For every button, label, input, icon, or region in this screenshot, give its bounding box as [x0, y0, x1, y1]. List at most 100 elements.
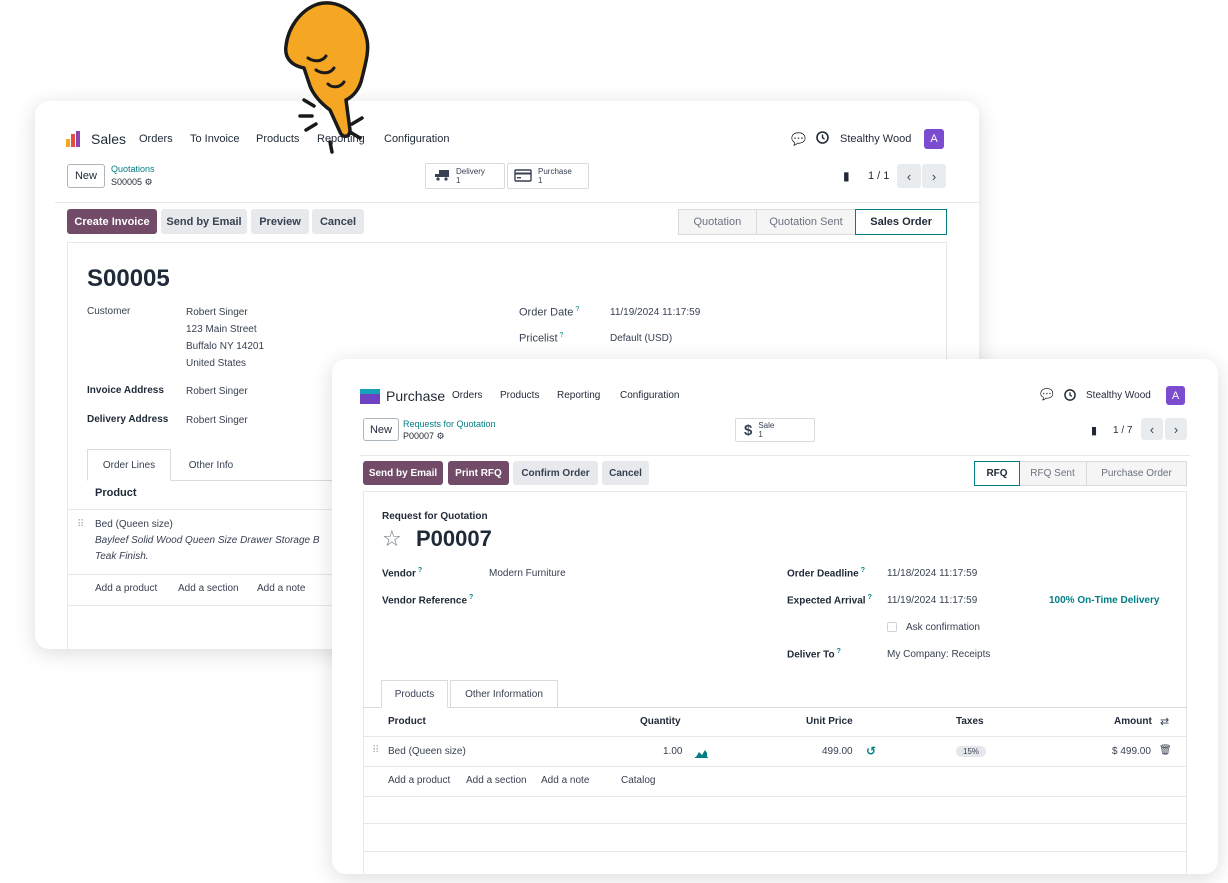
help-icon[interactable]: ?	[469, 594, 473, 601]
new-button[interactable]: New	[67, 164, 105, 188]
vendor-reference-label: Vendor Reference	[382, 595, 468, 607]
optional-columns-icon[interactable]: ⇄	[1160, 715, 1169, 728]
cancel-button[interactable]: Cancel	[602, 461, 649, 485]
pricelist-value[interactable]: Default (USD)	[610, 333, 672, 344]
drag-handle-icon[interactable]: ⠿	[77, 519, 84, 530]
app-title[interactable]: Sales	[91, 131, 126, 147]
purchase-smart-button[interactable]: Purchase 1	[507, 163, 589, 189]
menu-orders[interactable]: Orders	[452, 390, 483, 401]
chat-icon[interactable]: 💬	[791, 132, 806, 146]
add-note-link[interactable]: Add a note	[257, 583, 305, 594]
on-time-delivery-badge[interactable]: 100% On-Time Delivery	[1049, 595, 1159, 606]
new-button[interactable]: New	[363, 418, 399, 441]
menu-reporting[interactable]: Reporting	[557, 390, 600, 401]
add-product-link[interactable]: Add a product	[95, 583, 157, 594]
order-deadline-value[interactable]: 11/18/2024 11:17:59	[887, 568, 977, 579]
line-product-link[interactable]: Bed (Queen size)	[95, 519, 173, 530]
delivery-address-value[interactable]: Robert Singer	[186, 415, 248, 426]
chat-icon[interactable]: 💬	[1040, 388, 1054, 401]
divider	[363, 796, 1187, 797]
tab-order-lines[interactable]: Order Lines	[87, 449, 171, 481]
invoice-address-value[interactable]: Robert Singer	[186, 386, 248, 397]
menu-products[interactable]: Products	[500, 390, 539, 401]
column-product[interactable]: Product	[388, 716, 426, 727]
tab-other-info[interactable]: Other Info	[173, 449, 249, 481]
user-avatar[interactable]: A	[1166, 386, 1185, 405]
column-amount[interactable]: Amount	[1114, 716, 1152, 727]
add-section-link[interactable]: Add a section	[466, 775, 527, 786]
sale-smart-button[interactable]: $ Sale 1	[735, 418, 815, 442]
status-sales-order[interactable]: Sales Order	[855, 209, 947, 235]
app-title[interactable]: Purchase	[386, 388, 445, 404]
help-icon[interactable]: ?	[837, 648, 841, 655]
line-quantity[interactable]: 1.00	[663, 746, 682, 757]
menu-to-invoice[interactable]: To Invoice	[190, 133, 240, 145]
line-product[interactable]: Bed (Queen size)	[388, 746, 466, 757]
status-quotation[interactable]: Quotation	[679, 210, 757, 234]
pager-next-button[interactable]: ›	[922, 164, 946, 188]
column-unit-price[interactable]: Unit Price	[806, 716, 853, 727]
column-taxes[interactable]: Taxes	[956, 716, 984, 727]
preview-button[interactable]: Preview	[251, 209, 309, 234]
breadcrumb-rfq[interactable]: Requests for Quotation	[403, 419, 496, 429]
pager-prev-button[interactable]: ‹	[1141, 418, 1163, 440]
breadcrumb-quotations[interactable]: Quotations	[111, 164, 155, 174]
cancel-button[interactable]: Cancel	[312, 209, 364, 234]
menu-orders[interactable]: Orders	[139, 133, 173, 145]
delivery-smart-button[interactable]: Delivery 1	[425, 163, 505, 189]
user-name[interactable]: Stealthy Wood	[1086, 390, 1151, 401]
catalog-link[interactable]: Catalog	[621, 775, 655, 786]
gear-icon[interactable]: ⚙	[145, 177, 153, 187]
help-icon[interactable]: ?	[560, 332, 564, 339]
pager-next-button[interactable]: ›	[1165, 418, 1187, 440]
column-quantity[interactable]: Quantity	[640, 716, 681, 727]
status-rfq-sent[interactable]: RFQ Sent	[1019, 462, 1087, 485]
send-email-button[interactable]: Send by Email	[363, 461, 443, 485]
trash-icon[interactable]: 🗑	[1159, 745, 1172, 756]
menu-configuration[interactable]: Configuration	[620, 390, 679, 401]
ask-confirmation-label[interactable]: Ask confirmation	[906, 622, 980, 633]
deliver-to-value[interactable]: My Company: Receipts	[887, 649, 990, 660]
add-product-link[interactable]: Add a product	[388, 775, 450, 786]
status-quotation-sent[interactable]: Quotation Sent	[757, 210, 857, 234]
status-rfq[interactable]: RFQ	[974, 461, 1020, 486]
star-icon[interactable]: ☆	[382, 526, 402, 552]
help-icon[interactable]: ?	[418, 567, 422, 574]
create-invoice-button[interactable]: Create Invoice	[67, 209, 157, 234]
clock-icon[interactable]	[1064, 388, 1076, 406]
send-email-button[interactable]: Send by Email	[161, 209, 247, 234]
tab-other-information[interactable]: Other Information	[450, 680, 558, 708]
tab-products[interactable]: Products	[381, 680, 448, 708]
confirm-order-button[interactable]: Confirm Order	[513, 461, 598, 485]
help-icon[interactable]: ?	[861, 567, 865, 574]
user-name[interactable]: Stealthy Wood	[840, 133, 911, 145]
drag-handle-icon[interactable]: ⠿	[372, 745, 379, 756]
gear-icon[interactable]: ⚙	[437, 431, 445, 441]
vendor-value[interactable]: Modern Furniture	[489, 568, 566, 579]
ask-confirmation-checkbox[interactable]	[887, 622, 897, 632]
print-rfq-button[interactable]: Print RFQ	[448, 461, 509, 485]
bookmark-icon[interactable]: ▮	[1091, 424, 1097, 437]
clock-icon[interactable]	[816, 131, 829, 149]
add-note-link[interactable]: Add a note	[541, 775, 589, 786]
pager-value[interactable]: 1 / 1	[868, 170, 889, 182]
help-icon[interactable]: ?	[575, 306, 579, 313]
tax-badge[interactable]: 15%	[956, 746, 987, 757]
pager-prev-button[interactable]: ‹	[897, 164, 921, 188]
pricelist-label: Pricelist?	[519, 332, 563, 345]
line-unit-price[interactable]: 499.00	[822, 746, 853, 757]
bookmark-icon[interactable]: ▮	[843, 169, 850, 183]
order-date-value[interactable]: 11/19/2024 11:17:59	[610, 307, 700, 318]
pager-value[interactable]: 1 / 7	[1113, 425, 1132, 436]
help-icon[interactable]: ?	[868, 594, 872, 601]
customer-name-link[interactable]: Robert Singer	[186, 307, 248, 318]
forecast-chart-icon[interactable]	[695, 745, 708, 763]
expected-arrival-value[interactable]: 11/19/2024 11:17:59	[887, 595, 977, 606]
add-section-link[interactable]: Add a section	[178, 583, 239, 594]
sales-app-icon[interactable]	[65, 131, 81, 147]
user-avatar[interactable]: A	[924, 129, 944, 149]
purchase-app-icon[interactable]	[360, 389, 380, 404]
status-purchase-order[interactable]: Purchase Order	[1087, 462, 1186, 485]
column-product[interactable]: Product	[95, 487, 137, 499]
reset-price-icon[interactable]: ↺	[866, 744, 876, 758]
